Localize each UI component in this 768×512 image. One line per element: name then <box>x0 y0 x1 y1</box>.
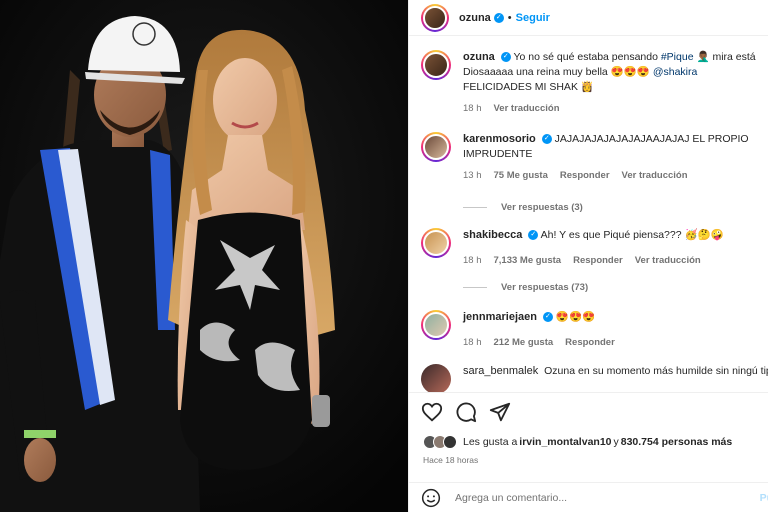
comment-body: 😍😍😍 <box>555 311 596 323</box>
comment-time: 13 h <box>463 170 482 181</box>
comment-username[interactable]: karenmosorio <box>463 133 536 145</box>
follow-button[interactable]: Seguir <box>516 12 550 24</box>
verified-icon: ✓ <box>528 230 539 241</box>
view-replies-button[interactable]: Ver respuestas (3) <box>463 202 583 213</box>
verified-icon: ✓ <box>541 134 552 145</box>
commenter-avatar[interactable] <box>421 310 451 340</box>
verified-icon: ✓ <box>542 312 553 323</box>
comments-list[interactable]: ozuna ✓ Yo no sé qué estaba pensando #Piq… <box>409 36 768 392</box>
caption-comment: ozuna ✓ Yo no sé qué estaba pensando #Piq… <box>421 50 768 116</box>
view-replies-button[interactable]: Ver respuestas (73) <box>463 282 588 293</box>
comment-username[interactable]: shakibecca <box>463 229 522 241</box>
commenter-avatar[interactable] <box>421 228 451 258</box>
commenter-avatar[interactable] <box>421 132 451 162</box>
post-header: ozuna ✓ • Seguir <box>409 0 768 36</box>
post-photo[interactable] <box>0 0 408 512</box>
post-actions: Les gusta a irvin_montalvan10 y 830.754 … <box>409 392 768 482</box>
comment-text: shakibecca ✓ Ah! Y es que Piqué piensa???… <box>463 228 768 243</box>
post-side-panel: ozuna ✓ • Seguir ozuna ✓ Yo no sé qué est… <box>408 0 768 512</box>
reply-button[interactable]: Responder <box>573 253 623 268</box>
comment-composer: Agrega un comentario... Pu <box>409 482 768 512</box>
comment-username[interactable]: jennmariejaen <box>463 311 537 323</box>
likes-summary[interactable]: Les gusta a irvin_montalvan10 y 830.754 … <box>423 435 732 449</box>
comment-time: 18 h <box>463 103 482 114</box>
post-image-illustration <box>0 0 408 512</box>
view-replies-label: Ver respuestas (73) <box>501 282 589 293</box>
comment-meta: 18 h Ver traducción <box>463 101 768 116</box>
verified-icon: ✓ <box>500 52 511 63</box>
comment-meta: 18 h 7,133 Me gusta Responder Ver traduc… <box>463 253 768 268</box>
post-timestamp: Hace 18 horas <box>423 455 479 465</box>
liked-by-user[interactable]: irvin_montalvan10 <box>519 436 611 448</box>
liked-by-count[interactable]: 830.754 personas más <box>621 436 733 448</box>
smiley-icon[interactable] <box>421 488 441 508</box>
see-translation-button[interactable]: Ver traducción <box>622 168 688 183</box>
see-translation-button[interactable]: Ver traducción <box>494 101 560 116</box>
hashtag-link[interactable]: #Pique <box>661 51 694 63</box>
post-comment-button[interactable]: Pu <box>760 492 768 504</box>
comment-body: Ah! Y es que Piqué piensa??? 🥳🤔🤪 <box>540 229 724 241</box>
author-username[interactable]: ozuna <box>459 12 491 24</box>
author-avatar[interactable] <box>421 3 449 32</box>
commenter-avatar[interactable] <box>421 364 451 392</box>
comment-username[interactable]: sara_benmalek <box>463 365 538 377</box>
view-replies-label: Ver respuestas (3) <box>501 202 583 213</box>
comment-text: jennmariejaen ✓ 😍😍😍 <box>463 310 768 325</box>
comment-item: jennmariejaen ✓ 😍😍😍 18 h 212 Me gusta Res… <box>421 310 768 350</box>
liked-by-prefix: Les gusta a <box>463 436 518 448</box>
reply-button[interactable]: Responder <box>560 168 610 183</box>
comment-likes[interactable]: 7,133 Me gusta <box>494 253 562 268</box>
comment-meta: 18 h 212 Me gusta Responder <box>463 335 768 350</box>
comment-item: shakibecca ✓ Ah! Y es que Piqué piensa???… <box>421 228 768 268</box>
comment-icon[interactable] <box>455 401 477 423</box>
comment-time: 18 h <box>463 255 482 266</box>
liker-avatars <box>423 435 457 449</box>
separator-dot: • <box>507 11 512 24</box>
caption-text-after: FELICIDADES MI SHAK 👸 <box>463 81 594 93</box>
comment-username[interactable]: ozuna <box>463 51 495 63</box>
verified-icon: ✓ <box>493 12 504 23</box>
comment-likes[interactable]: 212 Me gusta <box>494 335 554 350</box>
comment-time: 18 h <box>463 337 482 348</box>
comment-meta: 13 h 75 Me gusta Responder Ver traducció… <box>463 168 768 183</box>
liked-by-mid: y <box>613 436 619 448</box>
comment-likes[interactable]: 75 Me gusta <box>494 168 548 183</box>
comment-text: ozuna ✓ Yo no sé qué estaba pensando #Piq… <box>463 50 768 95</box>
share-icon[interactable] <box>489 401 511 423</box>
caption-text-before: Yo no sé qué estaba pensando <box>513 51 661 63</box>
commenter-avatar[interactable] <box>421 50 451 80</box>
comment-text: karenmosorio ✓ JAJAJAJAJAJAJAJAAJAJAJ EL … <box>463 132 768 162</box>
comment-body: Ozuna en su momento más humilde sin ning… <box>544 365 768 377</box>
replies-divider <box>463 287 487 288</box>
reply-button[interactable]: Responder <box>565 335 615 350</box>
comment-item: sara_benmalek Ozuna en su momento más hu… <box>421 364 768 392</box>
mention-link[interactable]: @shakira <box>653 66 698 78</box>
comment-item: karenmosorio ✓ JAJAJAJAJAJAJAJAAJAJAJ EL … <box>421 132 768 183</box>
heart-icon[interactable] <box>421 401 443 423</box>
comment-text: sara_benmalek Ozuna en su momento más hu… <box>463 364 768 379</box>
comment-input[interactable]: Agrega un comentario... <box>455 492 567 504</box>
see-translation-button[interactable]: Ver traducción <box>635 253 701 268</box>
replies-divider <box>463 207 487 208</box>
